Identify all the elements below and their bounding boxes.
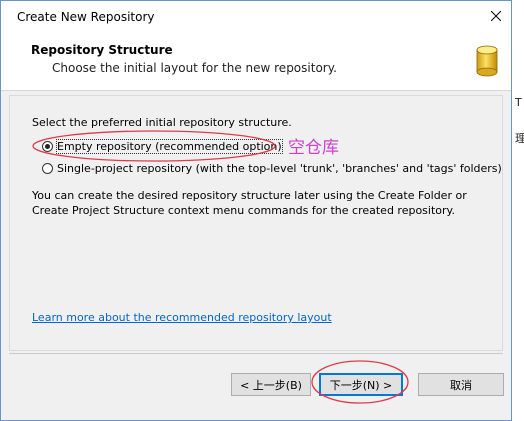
option-empty-label[interactable]: Empty repository (recommended option) — [56, 139, 283, 154]
option-single-project[interactable]: Single-project repository (with the top-… — [42, 162, 502, 175]
option-empty-repository[interactable]: Empty repository (recommended option) — [42, 139, 283, 154]
footer-divider — [9, 353, 503, 354]
cancel-button[interactable]: 取消 — [418, 373, 504, 396]
info-text: You can create the desired repository st… — [32, 189, 467, 217]
radio-button-selected[interactable] — [42, 141, 53, 152]
close-button[interactable] — [483, 3, 509, 29]
radio-button[interactable] — [42, 163, 53, 174]
wizard-header: Repository Structure Choose the initial … — [1, 32, 511, 91]
database-icon — [476, 45, 498, 77]
close-icon — [491, 11, 501, 21]
background-text-fragment: T — [515, 96, 522, 109]
back-button[interactable]: < 上一步(B) — [231, 373, 311, 396]
title-bar: Create New Repository — [1, 1, 511, 32]
page-subtitle: Choose the initial layout for the new re… — [52, 61, 337, 75]
background-window-right — [512, 0, 524, 421]
structure-prompt: Select the preferred initial repository … — [32, 116, 292, 129]
window-title: Create New Repository — [17, 10, 155, 24]
create-repository-dialog: Create New Repository Repository Structu… — [0, 0, 512, 421]
page-title: Repository Structure — [31, 43, 173, 57]
next-button[interactable]: 下一步(N) > — [319, 373, 403, 396]
option-single-project-label[interactable]: Single-project repository (with the top-… — [57, 162, 502, 175]
background-text-fragment: 理 — [515, 132, 524, 145]
learn-more-link[interactable]: Learn more about the recommended reposit… — [32, 311, 332, 324]
annotation-label: 空仓库 — [288, 138, 339, 158]
